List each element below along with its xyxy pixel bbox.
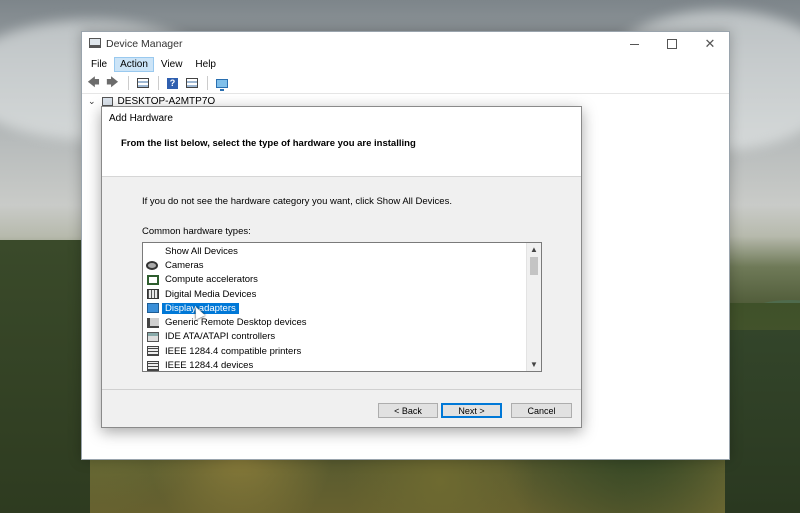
remote-desktop-icon (147, 317, 159, 328)
display-adapter-icon (147, 303, 159, 314)
close-button[interactable]: ✕ (691, 32, 729, 56)
camera-icon (145, 260, 158, 270)
hardware-types-label: Common hardware types: (142, 226, 251, 237)
list-item-label: Cameras (165, 259, 204, 271)
list-item[interactable]: IEEE 1284.4 compatible printers (143, 344, 527, 358)
forward-button[interactable]: 🡆 (104, 75, 121, 91)
dialog-divider (102, 389, 581, 390)
list-item[interactable]: IDE ATA/ATAPI controllers (143, 330, 527, 344)
device-manager-icon (89, 38, 101, 48)
computer-icon (101, 97, 113, 108)
blank-icon (147, 246, 159, 256)
properties-button[interactable] (134, 75, 151, 91)
close-icon: ✕ (704, 36, 716, 51)
next-button[interactable]: Next > (441, 403, 502, 418)
dialog-title: Add Hardware (109, 113, 173, 124)
list-item[interactable]: Show All Devices (143, 244, 527, 258)
ide-controller-icon (147, 331, 159, 342)
scroll-down-button[interactable]: ▼ (527, 358, 541, 371)
printer-icon (147, 360, 159, 371)
list-item[interactable]: Digital Media Devices (143, 287, 527, 301)
menu-help[interactable]: Help (189, 57, 222, 72)
back-arrow-icon: 🡄 (87, 74, 100, 89)
toolbar-separator (158, 76, 159, 90)
title-bar: Device Manager ✕ (82, 32, 729, 56)
dialog-heading: From the list below, select the type of … (121, 138, 416, 149)
menu-view[interactable]: View (155, 57, 189, 72)
toolbar: 🡄 🡆 ? (82, 73, 729, 94)
forward-arrow-icon: 🡆 (106, 74, 119, 89)
toolbar-separator (207, 76, 208, 90)
toolbar-separator (128, 76, 129, 90)
scroll-up-button[interactable]: ▲ (527, 243, 541, 256)
help-icon: ? (167, 77, 178, 89)
back-button[interactable]: 🡄 (85, 75, 102, 91)
menu-file[interactable]: File (85, 57, 113, 72)
scroll-thumb[interactable] (530, 257, 538, 275)
list-item-label: Digital Media Devices (165, 288, 257, 300)
menu-bar: File Action View Help (82, 56, 729, 73)
maximize-icon (667, 39, 677, 49)
chevron-down-icon[interactable]: ⌄ (88, 96, 96, 107)
hardware-types-list[interactable]: Show All Devices Cameras Compute acceler… (142, 242, 542, 372)
list-item[interactable]: IEEE 1284.4 devices (143, 358, 527, 372)
list-scrollbar[interactable]: ▲ ▼ (526, 243, 541, 371)
dialog-header: Add Hardware From the list below, select… (102, 107, 581, 177)
back-button[interactable]: < Back (378, 403, 438, 418)
list-item[interactable]: Cameras (143, 258, 527, 272)
list-item-label: Generic Remote Desktop devices (165, 317, 307, 329)
list-item-label: Compute accelerators (165, 274, 258, 286)
cancel-button[interactable]: Cancel (511, 403, 572, 418)
minimize-icon (629, 43, 639, 45)
list-item[interactable]: Generic Remote Desktop devices (143, 315, 527, 329)
grid-view-button[interactable] (183, 75, 200, 91)
chip-icon (147, 274, 159, 285)
properties-icon (136, 78, 149, 88)
window-title: Device Manager (106, 38, 183, 50)
grid-view-icon (185, 78, 198, 88)
list-item-label: IEEE 1284.4 devices (165, 360, 254, 372)
chevron-up-icon: ▲ (530, 245, 538, 254)
list-item-label: Show All Devices (165, 245, 238, 257)
list-item-label: IEEE 1284.4 compatible printers (165, 345, 302, 357)
dialog-info-text: If you do not see the hardware category … (142, 196, 452, 207)
menu-action[interactable]: Action (114, 57, 154, 72)
list-item-label: IDE ATA/ATAPI controllers (165, 331, 276, 343)
printer-icon (147, 346, 159, 357)
list-item[interactable]: Compute accelerators (143, 273, 527, 287)
add-hardware-dialog: Add Hardware From the list below, select… (101, 106, 582, 428)
minimize-button[interactable] (615, 32, 653, 56)
camera-icon-wrap (145, 260, 159, 270)
media-device-icon (147, 289, 159, 300)
chevron-down-icon: ▼ (530, 360, 538, 369)
maximize-button[interactable] (653, 32, 691, 56)
monitor-scan-icon (215, 78, 228, 91)
scan-hardware-button[interactable] (213, 75, 230, 91)
help-button[interactable]: ? (164, 75, 181, 91)
